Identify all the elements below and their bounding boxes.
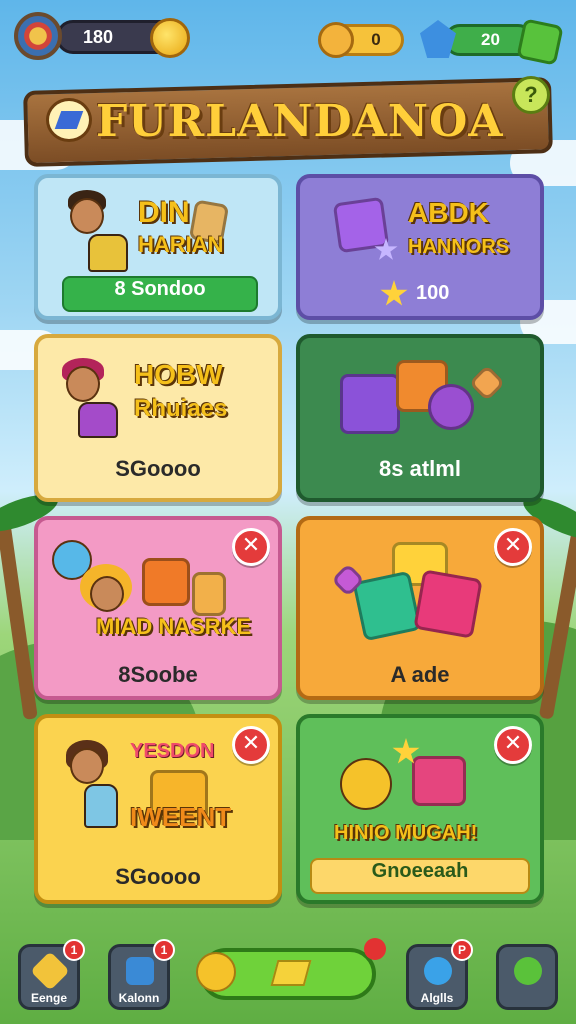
card-subtitle: IWEENT (130, 802, 232, 832)
add-gems-button[interactable] (516, 18, 564, 66)
play-button[interactable] (196, 938, 386, 1000)
close-icon: ✕ (503, 731, 523, 756)
star-icon (380, 280, 408, 306)
card-title: YESDON (130, 740, 215, 762)
coin-count: 180 (83, 27, 114, 47)
card-title: ABDK (408, 197, 489, 228)
orange-box-icon (142, 558, 190, 606)
player-avatar[interactable] (14, 12, 62, 60)
pet-character-icon (340, 758, 392, 810)
card-title: MIAD NASRKE (96, 614, 252, 639)
nav-label: Kalonn (118, 991, 160, 1005)
close-button[interactable]: ✕ (232, 528, 270, 566)
nav-items[interactable] (496, 944, 558, 1010)
close-button[interactable]: ✕ (232, 726, 270, 764)
card-title: HOBW (134, 359, 223, 390)
card-hinio[interactable]: ✕ HINIO MUGAH! Gnoeeaah (296, 714, 544, 904)
magnifier-icon (424, 957, 452, 985)
gems-icon (514, 957, 542, 985)
card-gems[interactable]: 8s atlml (296, 334, 544, 502)
pink-gem-icon (413, 569, 483, 639)
notification-badge: P (451, 939, 473, 961)
nav-label: Alglls (420, 991, 454, 1005)
card-title: HINIO MUGAH! (334, 822, 478, 844)
close-icon: ✕ (503, 533, 523, 558)
help-icon: ? (524, 82, 538, 107)
card-gem-bundle[interactable]: ✕ A ade (296, 516, 544, 700)
purple-box-icon (340, 374, 400, 434)
card-abdk[interactable]: ABDK HANNORS 100 (296, 174, 544, 320)
card-hobw[interactable]: HOBW Rhuiaes SGoooo (34, 334, 282, 502)
card-mad-market[interactable]: ✕ MIAD NASRKE 8Soobe (34, 516, 282, 700)
pet-icon (318, 22, 354, 58)
girl-character-icon (70, 748, 104, 784)
close-button[interactable]: ✕ (494, 726, 532, 764)
notification-dot (364, 938, 386, 960)
card-reward: 8s atlml (379, 456, 461, 481)
nav-kalonn[interactable]: 1 Kalonn (108, 939, 175, 1010)
purple-cube-icon (332, 196, 390, 254)
nav-engage[interactable]: 1 Eenge (18, 939, 85, 1010)
card-reward: A ade (390, 662, 450, 687)
book-icon (126, 957, 154, 985)
collect-label: Gnoeeaah (371, 860, 469, 882)
cheese-icon (270, 960, 312, 986)
game-title: FURLANDANOA (96, 96, 504, 147)
close-button[interactable]: ✕ (494, 528, 532, 566)
card-subtitle: HANNORS (408, 236, 510, 258)
card-subtitle: Rhuiaes (134, 395, 228, 422)
card-daily[interactable]: DIN HARIAN 8 Sondoo (34, 174, 282, 320)
collect-button[interactable]: Gnoeeaah (310, 858, 530, 894)
card-reward: SGoooo (115, 456, 201, 481)
close-icon: ✕ (241, 731, 261, 756)
claim-button[interactable]: 8 Sondoo (62, 276, 258, 312)
nav-alglls[interactable]: P Alglls (406, 939, 473, 1010)
gem-count: 20 (481, 30, 500, 49)
card-reward: 100 (416, 282, 450, 304)
smiley-icon (196, 952, 236, 992)
shield-icon (30, 951, 70, 991)
close-icon: ✕ (241, 533, 261, 558)
card-yesdon[interactable]: ✕ YESDON IWEENT SGoooo (34, 714, 282, 904)
green-gem-icon (352, 570, 422, 642)
top-hud: 180 0 20 (0, 10, 576, 66)
notification-badge: 1 (153, 939, 175, 961)
help-button[interactable]: ? (512, 76, 550, 114)
card-subtitle: HARIAN (138, 232, 224, 257)
card-reward: SGoooo (115, 864, 201, 889)
bottom-nav: 1 Eenge 1 Kalonn P Alglls (0, 936, 576, 1024)
notification-badge: 1 (63, 939, 85, 961)
card-title: DIN (138, 196, 190, 229)
gold-count: 0 (371, 30, 381, 49)
nav-label: Eenge (30, 991, 67, 1005)
girl-character-icon (66, 366, 100, 402)
girl-character-icon (90, 576, 124, 612)
pink-box-icon (412, 756, 466, 806)
crystal-icon (46, 98, 92, 142)
claim-label: 8 Sondoo (114, 278, 206, 300)
boy-character-icon (70, 198, 104, 234)
coin-icon (150, 18, 190, 58)
card-reward: 8Soobe (118, 662, 198, 687)
